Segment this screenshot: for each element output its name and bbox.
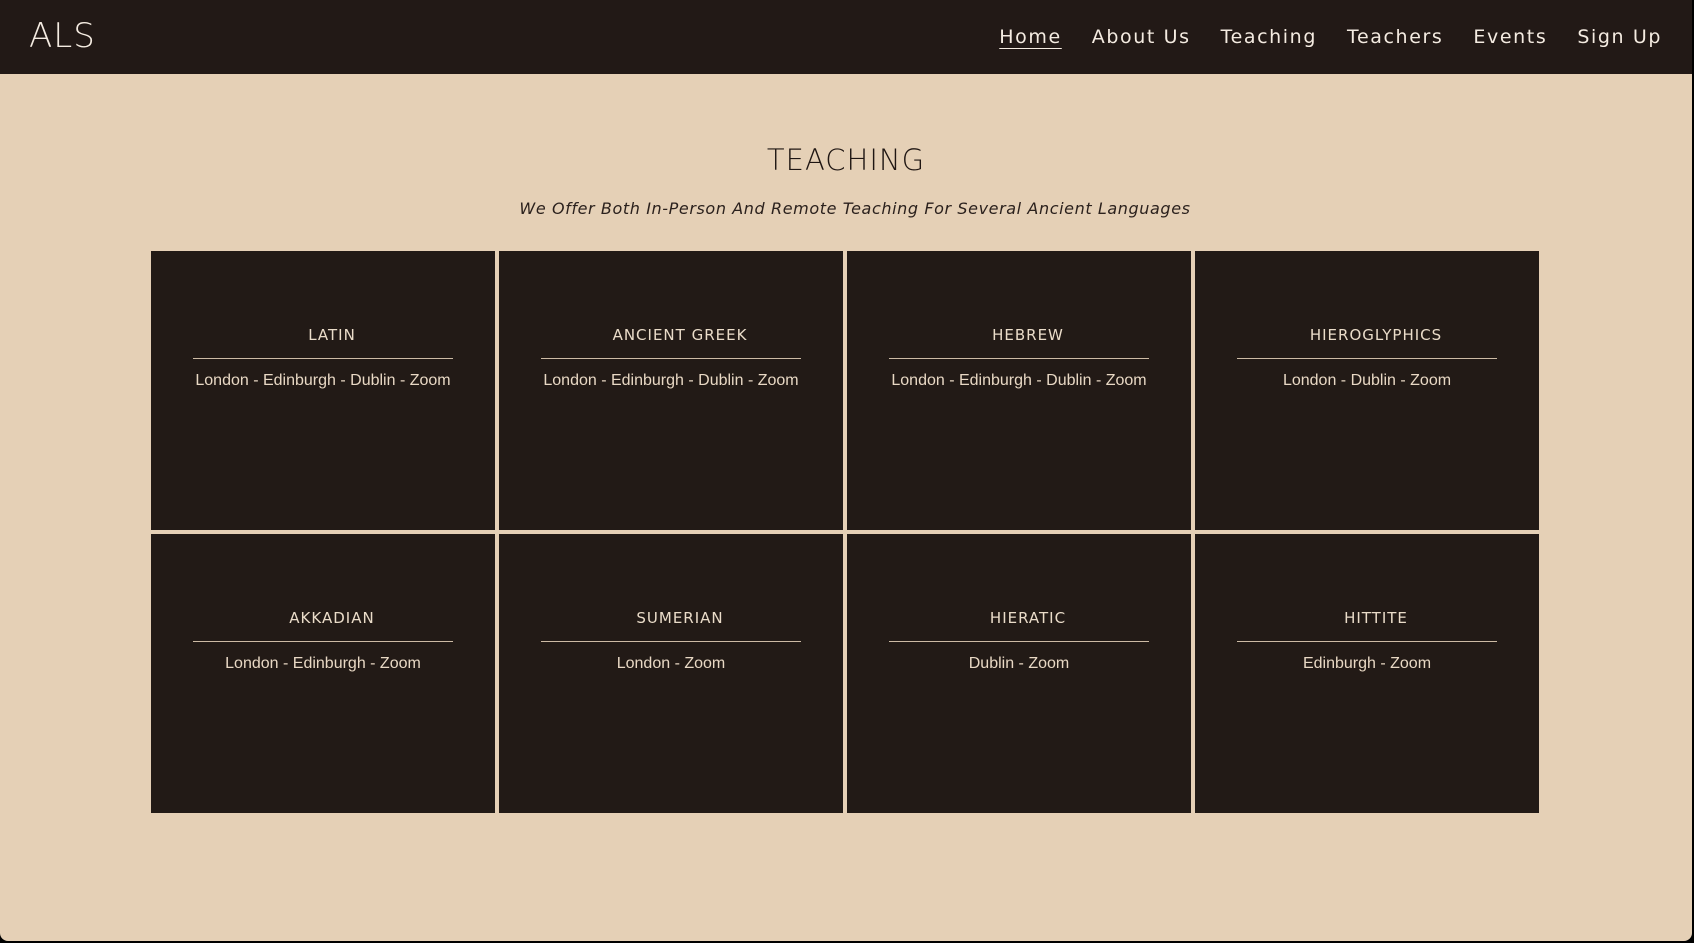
course-locations: London - Edinburgh - Dublin - Zoom	[543, 372, 799, 389]
card-divider	[541, 641, 801, 642]
site-logo[interactable]: ALS	[29, 16, 96, 56]
course-title: AKKADIAN	[289, 609, 375, 627]
course-locations: Edinburgh - Zoom	[1302, 655, 1432, 672]
card-divider	[193, 641, 453, 642]
nav-link-home[interactable]: Home	[999, 24, 1062, 50]
nav-link-teaching[interactable]: Teaching	[1221, 24, 1317, 50]
nav-link-sign-up[interactable]: Sign Up	[1577, 24, 1662, 50]
course-card-akkadian[interactable]: AKKADIAN London - Edinburgh - Zoom	[151, 534, 495, 813]
card-divider	[1237, 358, 1497, 359]
course-title: HIERATIC	[989, 609, 1067, 627]
course-locations: London - Zoom	[616, 655, 726, 672]
nav-link-about-us[interactable]: About Us	[1092, 24, 1191, 50]
main-nav: Home About Us Teaching Teachers Events S…	[999, 24, 1662, 50]
page: ALS Home About Us Teaching Teachers Even…	[0, 0, 1692, 941]
course-card-hittite[interactable]: HITTITE Edinburgh - Zoom	[1195, 534, 1539, 813]
course-card-hieratic[interactable]: HIERATIC Dublin - Zoom	[847, 534, 1191, 813]
card-divider	[1237, 641, 1497, 642]
course-title: HIEROGLYPHICS	[1309, 326, 1443, 344]
course-locations: London - Edinburgh - Zoom	[225, 655, 421, 672]
course-locations: London - Edinburgh - Dublin - Zoom	[195, 372, 451, 389]
top-navbar: ALS Home About Us Teaching Teachers Even…	[0, 0, 1692, 74]
course-locations: Dublin - Zoom	[968, 655, 1070, 672]
page-subtitle: We Offer Both In-Person And Remote Teach…	[519, 199, 1191, 218]
course-title: SUMERIAN	[636, 609, 724, 627]
course-title: HEBREW	[992, 326, 1064, 344]
course-locations: London - Dublin - Zoom	[1282, 372, 1452, 389]
card-divider	[193, 358, 453, 359]
course-card-hebrew[interactable]: HEBREW London - Edinburgh - Dublin - Zoo…	[847, 251, 1191, 530]
course-card-latin[interactable]: LATIN London - Edinburgh - Dublin - Zoom	[151, 251, 495, 530]
nav-link-events[interactable]: Events	[1473, 24, 1547, 50]
course-title: HITTITE	[1344, 609, 1408, 627]
course-card-hieroglyphics[interactable]: HIEROGLYPHICS London - Dublin - Zoom	[1195, 251, 1539, 530]
course-title: LATIN	[308, 326, 356, 344]
course-grid: LATIN London - Edinburgh - Dublin - Zoom…	[151, 251, 1540, 814]
card-divider	[889, 358, 1149, 359]
course-card-sumerian[interactable]: SUMERIAN London - Zoom	[499, 534, 843, 813]
course-title: ANCIENT GREEK	[612, 326, 748, 344]
card-divider	[541, 358, 801, 359]
course-card-ancient-greek[interactable]: ANCIENT GREEK London - Edinburgh - Dubli…	[499, 251, 843, 530]
nav-link-teachers[interactable]: Teachers	[1347, 24, 1443, 50]
course-locations: London - Edinburgh - Dublin - Zoom	[891, 372, 1147, 389]
card-divider	[889, 641, 1149, 642]
page-title: TEACHING	[766, 143, 926, 177]
